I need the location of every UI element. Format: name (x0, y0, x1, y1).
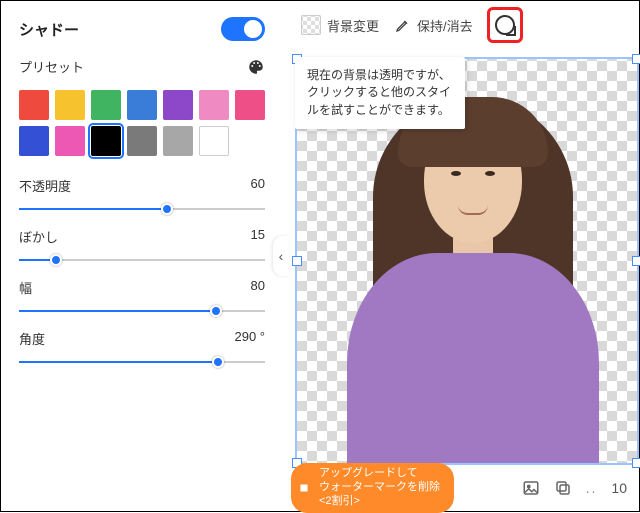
upgrade-line2: ウォーターマークを削除 (319, 481, 440, 495)
slider-label: 角度 (19, 329, 45, 348)
color-swatch[interactable] (163, 126, 193, 156)
color-swatch[interactable] (91, 90, 121, 120)
shadow-tool-icon (495, 15, 515, 35)
resize-handle[interactable] (632, 54, 640, 64)
bg-tooltip: 現在の背景は透明ですが、クリックすると他のスタイルを試すことができます。 (295, 57, 465, 129)
color-swatch[interactable] (19, 126, 49, 156)
zoom-dots[interactable]: .. (586, 480, 598, 496)
color-swatch[interactable] (127, 90, 157, 120)
canvas-topbar: 背景変更 保持/消去 (283, 1, 639, 49)
slider-track[interactable] (19, 354, 265, 370)
swatch-grid (19, 90, 265, 156)
slider-track[interactable] (19, 303, 265, 319)
pencil-icon (395, 17, 411, 33)
color-swatch[interactable] (199, 126, 229, 156)
slider-track[interactable] (19, 252, 265, 268)
color-swatch[interactable] (235, 90, 265, 120)
shadow-toggle[interactable] (221, 17, 265, 41)
shadow-panel: シャドー プリセット 不透明度 60 ぼかし 15 幅 80 角度 290 ° (1, 1, 283, 511)
slider-value: 290 ° (234, 329, 265, 348)
slider-value: 15 (251, 227, 265, 246)
preset-label: プリセット (19, 57, 84, 76)
bg-change-button[interactable]: 背景変更 (295, 15, 385, 35)
color-swatch[interactable] (19, 90, 49, 120)
shadow-tool-highlight[interactable] (487, 7, 523, 43)
color-swatch[interactable] (91, 126, 121, 156)
copy-icon[interactable] (554, 479, 572, 497)
canvas-area: ‹ 背景変更 保持/消去 (283, 1, 639, 511)
upgrade-button[interactable]: アップグレードして ウォーターマークを削除 <2割引> (291, 463, 454, 512)
palette-icon[interactable] (247, 58, 265, 76)
slider-label: 不透明度 (19, 176, 71, 195)
color-swatch[interactable] (199, 90, 229, 120)
keep-erase-label: 保持/消去 (417, 16, 473, 35)
collapse-panel-icon[interactable]: ‹ (273, 236, 289, 276)
zoom-value: 10 (611, 480, 627, 496)
slider-value: 60 (251, 176, 265, 195)
color-swatch[interactable] (55, 90, 85, 120)
keep-erase-button[interactable]: 保持/消去 (389, 16, 479, 35)
slider-value: 80 (251, 278, 265, 297)
bg-change-label: 背景変更 (327, 16, 379, 35)
resize-handle[interactable] (292, 256, 302, 266)
upgrade-line1: アップグレードして (319, 467, 440, 481)
bottom-bar: アップグレードして ウォーターマークを削除 <2割引> .. 10 (283, 465, 639, 511)
color-swatch[interactable] (163, 90, 193, 120)
resize-handle[interactable] (632, 256, 640, 266)
color-swatch[interactable] (127, 126, 157, 156)
diamond-icon (297, 481, 311, 495)
panel-title: シャドー (19, 19, 79, 40)
image-icon[interactable] (522, 479, 540, 497)
slider-track[interactable] (19, 201, 265, 217)
slider-label: ぼかし (19, 227, 58, 246)
slider-label: 幅 (19, 278, 32, 297)
color-swatch[interactable] (55, 126, 85, 156)
transparency-icon (301, 15, 321, 35)
upgrade-line3: <2割引> (319, 495, 440, 509)
